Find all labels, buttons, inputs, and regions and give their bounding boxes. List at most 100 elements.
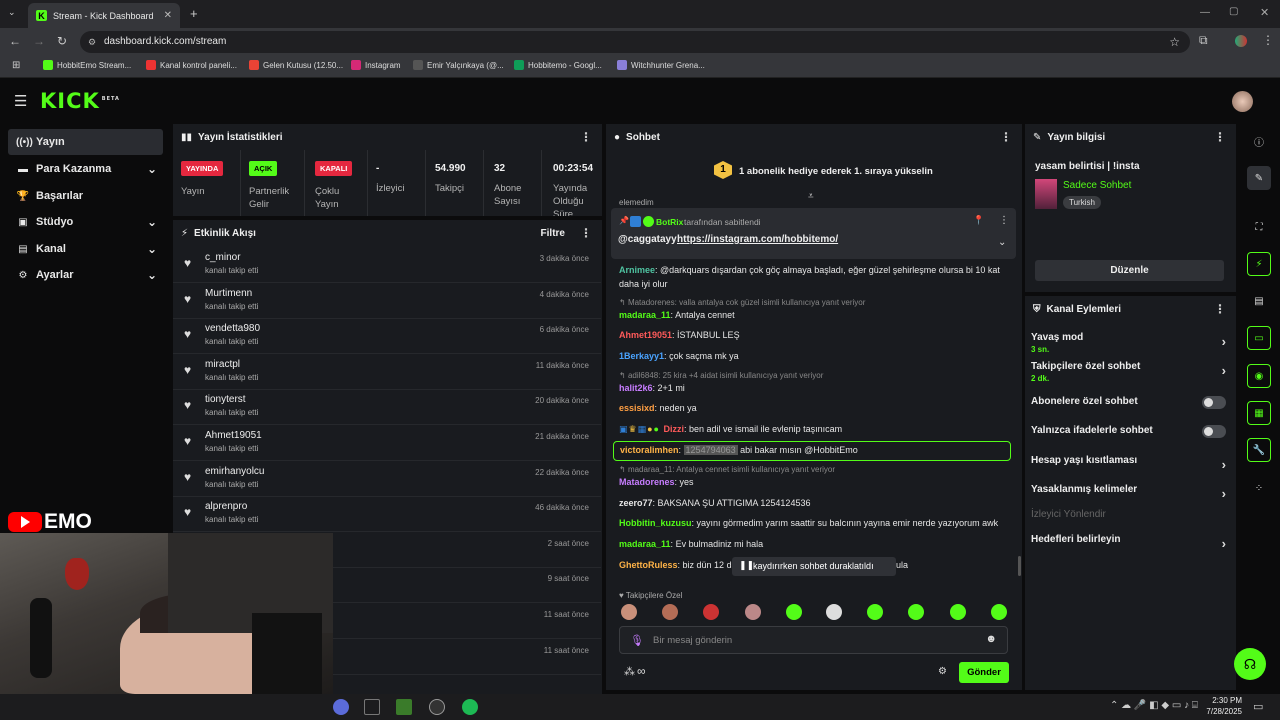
chat-username[interactable]: madaraa_11 xyxy=(619,310,671,320)
pinned-message[interactable]: 📌 BotRix tarafından sabitlendi 📍 ⋮ @cagg… xyxy=(611,208,1016,259)
chat-message[interactable]: Arnimee: @darkquars dışardan çok göç alm… xyxy=(619,265,1000,275)
site-info-icon[interactable]: ⚙ xyxy=(88,31,96,53)
forward-icon[interactable]: → xyxy=(33,34,45,48)
chat-message[interactable]: ▣♛▦●● Dizzi: ben adil ve ismail ile evle… xyxy=(619,424,842,435)
chat-message[interactable]: halit2k6: 2+1 mi xyxy=(619,383,685,393)
subscribers-chat-toggle[interactable] xyxy=(1202,396,1226,409)
activity-username[interactable]: tionyterst xyxy=(205,394,246,405)
actions-panel-icon[interactable]: ▦ xyxy=(1247,401,1271,425)
bookmark-item[interactable]: Hobbitemo - Googl... xyxy=(514,60,602,70)
bookmark-item[interactable]: HobbitEmo Stream... xyxy=(43,60,131,70)
sidebar-item-studyo[interactable]: ▣ Stüdyo ⌄ xyxy=(8,209,163,235)
extensions-icon[interactable]: ⧉ xyxy=(1199,33,1208,48)
kick-logo[interactable]: KICK BETA xyxy=(40,89,120,113)
chat-username[interactable]: 1Berkayy1 xyxy=(619,351,664,361)
emote-icon[interactable] xyxy=(621,604,637,620)
chat-message[interactable]: essisixd: neden ya xyxy=(619,403,697,413)
notification-icon[interactable]: ▭ xyxy=(1253,700,1263,713)
pinned-link[interactable]: https://instagram.com/hobbitemo/ xyxy=(677,234,838,245)
bookmark-item[interactable]: Instagram xyxy=(351,60,401,70)
layout-dots-icon[interactable]: ⁘ xyxy=(1247,476,1271,500)
expand-icon[interactable]: ⛶ xyxy=(1247,215,1271,239)
chat-message[interactable]: GhettoRuless: biz dün 12 d ula xyxy=(619,560,908,570)
chat-message[interactable]: Ahmet19051: İSTANBUL LEŞ xyxy=(619,330,740,340)
taskbar-app-icon[interactable] xyxy=(396,699,412,715)
activity-more-icon[interactable]: ⋮ xyxy=(580,226,592,240)
minimize-icon[interactable]: — xyxy=(1200,7,1210,18)
bookmark-item[interactable]: Witchhunter Grena... xyxy=(617,60,705,70)
user-avatar[interactable] xyxy=(1232,91,1253,112)
stream-info-more-icon[interactable]: ⋮ xyxy=(1214,130,1226,144)
bookmark-item[interactable]: Gelen Kutusu (12.50... xyxy=(249,60,343,70)
hamburger-menu-icon[interactable]: ☰ xyxy=(14,92,27,110)
account-age-row[interactable]: Hesap yaşı kısıtlaması › xyxy=(1031,455,1226,472)
infinity-icon[interactable]: ∞ xyxy=(637,664,646,678)
spotify-icon[interactable] xyxy=(462,699,478,715)
activity-username[interactable]: c_minor xyxy=(205,252,241,263)
chat-username[interactable]: victoralimhen xyxy=(620,445,679,455)
activity-username[interactable]: Murtimenn xyxy=(205,288,252,299)
chat-message[interactable]: daha iyi olur xyxy=(619,279,668,289)
profile-avatar-icon[interactable] xyxy=(1235,35,1247,47)
reload-icon[interactable]: ↻ xyxy=(57,34,67,48)
wrench-icon[interactable]: 🔧 xyxy=(1247,438,1271,462)
bookmark-item[interactable]: Kanal kontrol paneli... xyxy=(146,60,237,70)
edit-pencil-icon[interactable]: ✎ xyxy=(1247,166,1271,190)
activity-username[interactable]: Ahmet19051 xyxy=(205,430,262,441)
emote-icon[interactable] xyxy=(867,604,883,620)
sidebar-item-para-kazanma[interactable]: ▬ Para Kazanma ⌄ xyxy=(8,156,163,182)
emote-icon[interactable] xyxy=(745,604,761,620)
chat-toggle-icon[interactable]: ▭ xyxy=(1247,326,1271,350)
maximize-icon[interactable]: ▢ xyxy=(1229,6,1238,17)
emoji-icon[interactable]: ☻ xyxy=(985,633,997,645)
emote-icon[interactable] xyxy=(908,604,924,620)
back-icon[interactable]: ← xyxy=(9,34,21,48)
chat-scrollbar[interactable] xyxy=(1018,556,1021,576)
new-tab-icon[interactable]: + xyxy=(190,6,198,21)
emote-icon[interactable] xyxy=(786,604,802,620)
emote-icon[interactable] xyxy=(662,604,678,620)
category-link[interactable]: Sadece Sohbet xyxy=(1063,180,1131,191)
gift-banner-text[interactable]: 1 abonelik hediye ederek 1. sıraya yükse… xyxy=(739,166,933,177)
chat-username[interactable]: Ahmet19051 xyxy=(619,330,672,340)
broadcast-toggle-icon[interactable]: ◉ xyxy=(1247,364,1271,388)
followers-chat-row[interactable]: Takipçilere özel sohbet 2 dk. › xyxy=(1031,361,1226,383)
sidebar-item-yayin[interactable]: ((•)) Yayın xyxy=(8,129,163,155)
support-headset-icon[interactable]: ☊ xyxy=(1234,648,1266,680)
sidebar-item-ayarlar[interactable]: ⚙ Ayarlar ⌄ xyxy=(8,262,163,288)
send-button[interactable]: Gönder xyxy=(959,662,1009,683)
activity-bolt-icon[interactable]: ⚡ xyxy=(1247,252,1271,276)
taskbar-app-icon[interactable] xyxy=(364,699,380,715)
emote-chat-toggle[interactable] xyxy=(1202,425,1226,438)
unpin-icon[interactable]: 📍 xyxy=(973,215,984,226)
chat-message[interactable]: zeero77: BAKSANA ŞU ATTIGIMA 1254124536 xyxy=(619,498,810,508)
activity-username[interactable]: vendetta980 xyxy=(205,323,260,334)
goals-row[interactable]: Hedefleri belirleyin › xyxy=(1031,534,1226,551)
edit-button[interactable]: Düzenle xyxy=(1035,260,1224,281)
chat-username[interactable]: Matadorenes xyxy=(619,477,675,487)
emote-icon[interactable] xyxy=(950,604,966,620)
chat-message[interactable]: madaraa_11: Antalya cennet xyxy=(619,310,735,320)
emote-icon[interactable] xyxy=(703,604,719,620)
browser-menu-icon[interactable]: ⋮ xyxy=(1262,33,1274,47)
info-icon[interactable]: ⓘ xyxy=(1247,129,1271,153)
sidebar-item-basarilar[interactable]: 🏆 Başarılar xyxy=(8,183,163,209)
chat-message[interactable]: victoralimhen: 1254794063 abi bakar mısı… xyxy=(613,441,1011,461)
chat-input-box[interactable]: 🎙 Bir mesaj gönderin ☻ xyxy=(619,626,1008,654)
taskbar-app-icon[interactable] xyxy=(333,699,349,715)
tab-close-icon[interactable]: ✕ xyxy=(164,10,172,21)
browser-tab[interactable]: K Stream - Kick Dashboard ✕ xyxy=(28,3,180,28)
activity-username[interactable]: alprenpro xyxy=(205,501,247,512)
activity-username[interactable]: miractpl xyxy=(205,359,240,370)
apps-grid-icon[interactable]: ⊞ xyxy=(12,60,20,71)
pinned-more-icon[interactable]: ⋮ xyxy=(999,215,1009,226)
chat-message[interactable]: Hobbitin_kuzusu: yayını görmedim yarım s… xyxy=(619,518,998,528)
tray-icons[interactable]: ⌃ ☁ 🎤 ◧ ◆ ▭ ♪ ⌸ xyxy=(1110,700,1198,711)
taskbar-app-icon[interactable] xyxy=(429,699,445,715)
chat-username[interactable]: Hobbitin_kuzusu xyxy=(619,518,692,528)
emote-icon[interactable] xyxy=(826,604,842,620)
filter-button[interactable]: Filtre xyxy=(541,228,565,239)
chat-more-icon[interactable]: ⋮ xyxy=(1000,130,1012,144)
channel-actions-more-icon[interactable]: ⋮ xyxy=(1214,302,1226,316)
tab-search-icon[interactable]: ⌄ xyxy=(8,7,16,18)
